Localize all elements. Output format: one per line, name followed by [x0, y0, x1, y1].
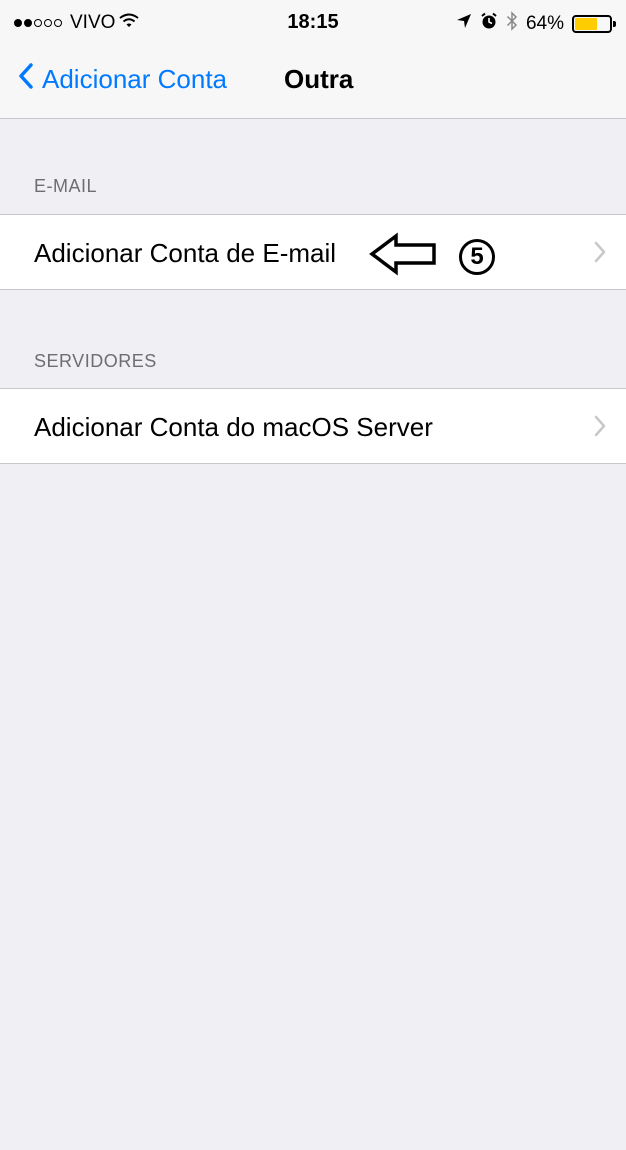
annotation: 5 — [368, 231, 496, 282]
chevron-right-icon — [594, 415, 606, 442]
battery-icon — [572, 15, 616, 33]
status-right: 64% — [456, 11, 616, 37]
battery-nub — [613, 21, 616, 27]
circled-number-icon: 5 — [458, 238, 496, 276]
header: VIVO 18:15 64% Adicionar Conta Outra — [0, 0, 626, 119]
back-button[interactable]: Adicionar Conta — [18, 62, 227, 97]
navigation-bar: Adicionar Conta Outra — [0, 40, 626, 118]
section-header-email: E-MAIL — [34, 176, 98, 196]
location-arrow-icon — [456, 13, 472, 35]
page-title: Outra — [284, 64, 354, 94]
settings-screen: VIVO 18:15 64% Adicionar Conta Outra E-M… — [0, 0, 626, 1150]
step-number: 5 — [470, 242, 484, 270]
chevron-right-icon — [594, 241, 606, 268]
status-bar: VIVO 18:15 64% — [0, 0, 626, 40]
arrow-left-outline-icon — [368, 231, 438, 282]
battery-level-fill — [575, 18, 597, 30]
section-header-servers: SERVIDORES — [34, 351, 157, 371]
battery-percent: 64% — [525, 13, 564, 34]
add-email-account-row[interactable]: Adicionar Conta de E-mail 5 — [0, 214, 626, 290]
alarm-icon — [480, 12, 498, 36]
add-macos-server-account-row[interactable]: Adicionar Conta do macOS Server — [0, 388, 626, 464]
chevron-left-icon — [18, 62, 34, 97]
back-button-label: Adicionar Conta — [42, 64, 227, 94]
bluetooth-icon — [506, 11, 518, 37]
add-macos-server-account-label: Adicionar Conta do macOS Server — [34, 412, 433, 442]
add-email-account-label: Adicionar Conta de E-mail — [34, 238, 337, 268]
